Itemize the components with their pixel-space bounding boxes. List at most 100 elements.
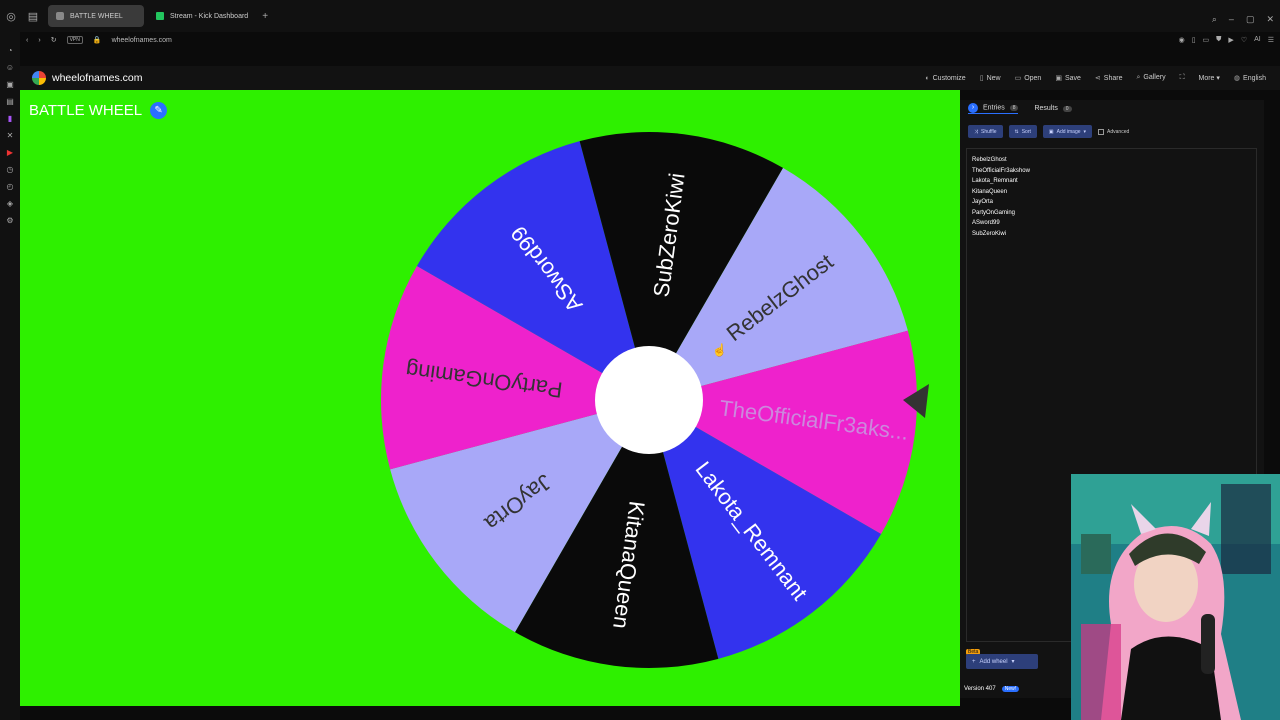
site-name[interactable]: wheelofnames.com	[52, 72, 142, 84]
browser-tab-bar: ◎ ▤ BATTLE WHEEL Stream - Kick Dashboard…	[0, 0, 1280, 32]
browser-menu-icon[interactable]: ◎	[0, 10, 22, 23]
lock-icon: 🔒	[92, 37, 102, 44]
results-count-badge: 0	[1062, 105, 1072, 112]
sidebar-youtube-icon[interactable]: ▶	[7, 148, 13, 157]
streamer-webcam-image	[1071, 474, 1280, 720]
reload-icon[interactable]: ↻	[51, 36, 57, 44]
entries-tab-label: Entries	[982, 104, 1005, 111]
play-icon[interactable]: ▶	[1228, 36, 1233, 44]
more-button[interactable]: More ▾	[1199, 74, 1220, 82]
sidebar-plugin-icon[interactable]: ◈	[7, 199, 13, 208]
gallery-button[interactable]: ⌕ Gallery	[1136, 74, 1165, 82]
minimize-icon[interactable]: –	[1229, 14, 1234, 25]
add-wheel-label: Add wheel	[979, 658, 1008, 665]
sidebar-user-icon[interactable]: ☺	[6, 63, 14, 72]
tab-grid-icon[interactable]: ▤	[22, 10, 44, 23]
share-button[interactable]: ⋖ Share	[1095, 74, 1123, 82]
wheel-stage: BATTLE WHEEL ✎ RebelzGhost TheOfficialFr3…	[20, 90, 960, 706]
heart-icon[interactable]: ♡	[1241, 36, 1247, 44]
sidebar-settings-icon[interactable]: ⚙	[6, 216, 13, 225]
camera-icon[interactable]: ▭	[1203, 36, 1210, 44]
add-wheel-button[interactable]: + Add wheel ▾	[966, 654, 1038, 669]
sort-label: Sort	[1021, 128, 1031, 135]
language-label: English	[1243, 75, 1266, 82]
file-icon: ▯	[979, 75, 984, 82]
tab-kick-dashboard[interactable]: Stream - Kick Dashboard	[148, 5, 256, 27]
entries-count-badge: 8	[1009, 105, 1019, 111]
add-image-button[interactable]: ▣ Add image ▾	[1042, 125, 1093, 138]
bookmark-icon[interactable]: ▯	[1192, 36, 1196, 44]
site-header: wheelofnames.com ◐ Customize ▯ New ▭ Open ▣…	[20, 66, 1280, 90]
folder-icon: ▭	[1014, 75, 1022, 82]
shield-icon[interactable]: ⛊	[1216, 36, 1221, 44]
extension-icon[interactable]: ◉	[1179, 36, 1185, 44]
sidebar-refresh-icon[interactable]: ◔	[8, 46, 13, 55]
sidebar-bag-icon[interactable]: ▣	[6, 80, 14, 89]
mouse-cursor-icon: ☝	[712, 343, 727, 357]
plus-icon: +	[972, 658, 976, 665]
sort-icon: ⇅	[1014, 128, 1019, 135]
more-label: More	[1198, 75, 1215, 82]
chevron-down-icon[interactable]: ▾	[1012, 658, 1015, 665]
site-menu: ◐ Customize ▯ New ▭ Open ▣ Save ⋖ Share ⌕ Gall…	[925, 74, 1266, 82]
save-label: Save	[1064, 75, 1081, 82]
entry-line: KitanaQueen	[972, 188, 1008, 195]
sidebar-clock-icon[interactable]: ◷	[7, 165, 14, 174]
wheel-center-hub[interactable]	[595, 346, 703, 454]
close-window-icon[interactable]: ✕	[1266, 14, 1274, 25]
customize-label: Customize	[932, 74, 966, 82]
open-label: Open	[1024, 75, 1042, 82]
name-wheel[interactable]: RebelzGhostTheOfficialFr3aks...Lakota_Re…	[20, 90, 960, 706]
share-label: Share	[1103, 75, 1123, 82]
kick-favicon-icon	[156, 12, 164, 20]
entry-line: ASword99	[972, 220, 1000, 226]
tab-favicon-icon	[56, 12, 64, 20]
vpn-badge[interactable]: VPN	[66, 36, 83, 44]
shuffle-button[interactable]: ⤨ Shuffle	[968, 125, 1003, 138]
extension-icons: ◉ ▯ ▭ ⛊ ▶ ♡ AI ☰	[1179, 36, 1274, 44]
new-badge[interactable]: New!	[1001, 686, 1020, 692]
address-bar: ‹ › ↻ VPN 🔒 wheelofnames.com ◉ ▯ ▭ ⛊ ▶ ♡…	[20, 32, 1280, 48]
fullscreen-icon[interactable]: ⛶	[1180, 74, 1185, 82]
gallery-label: Gallery	[1143, 74, 1166, 81]
shuffle-icon: ⤨	[974, 128, 979, 135]
tab-label: Stream - Kick Dashboard	[170, 12, 249, 20]
maximize-icon[interactable]: ▢	[1246, 14, 1255, 25]
search-tabs-icon[interactable]: ⌕	[1212, 14, 1217, 25]
entry-line: Lakota_Remnant	[972, 178, 1018, 184]
save-button[interactable]: ▣ Save	[1055, 74, 1081, 82]
tab-entries[interactable]: › Entries 8	[968, 102, 1019, 114]
entry-line: TheOfficialFr3akshow	[972, 167, 1030, 174]
version-row: Version 407 New!	[964, 686, 1020, 692]
sort-button[interactable]: ⇅ Sort	[1008, 125, 1037, 138]
wheelofnames-logo-icon[interactable]	[32, 71, 46, 85]
language-button[interactable]: ◍ English	[1234, 74, 1266, 82]
share-icon: ⋖	[1094, 75, 1101, 82]
entry-line: JayOrta	[972, 199, 994, 205]
tab-battle-wheel[interactable]: BATTLE WHEEL	[48, 5, 144, 27]
sidebar-x-icon[interactable]: ✕	[7, 131, 14, 140]
ai-button[interactable]: AI	[1254, 36, 1261, 44]
search-icon: ⌕	[1136, 74, 1141, 81]
browser-menu-icon[interactable]: ☰	[1268, 36, 1274, 44]
advanced-toggle[interactable]: Advanced	[1098, 128, 1129, 135]
sidebar-note-icon[interactable]: ▤	[6, 97, 14, 106]
entry-line: PartyOnGaming	[972, 209, 1016, 216]
back-icon[interactable]: ‹	[26, 37, 28, 44]
url-field[interactable]: wheelofnames.com	[112, 37, 172, 44]
new-button[interactable]: ▯ New	[980, 74, 1001, 82]
sidebar-twitch-icon[interactable]: ▮	[8, 114, 12, 123]
entry-line: SubZeroKiwi	[972, 230, 1007, 237]
forward-icon[interactable]: ›	[38, 37, 40, 44]
new-tab-icon[interactable]: +	[262, 11, 268, 22]
advanced-checkbox[interactable]	[1098, 128, 1105, 135]
sidebar-history-icon[interactable]: ◴	[7, 182, 14, 191]
window-controls: ⌕ – ▢ ✕	[1212, 14, 1274, 25]
open-button[interactable]: ▭ Open	[1015, 74, 1042, 82]
add-image-label: Add image	[1056, 128, 1081, 135]
entries-toolbar: ⤨ Shuffle ⇅ Sort ▣ Add image ▾ Advanced	[968, 125, 1129, 138]
image-icon: ▣	[1048, 128, 1054, 135]
tab-results[interactable]: Results 0	[1034, 105, 1072, 112]
customize-button[interactable]: ◐ Customize	[925, 75, 965, 82]
collapse-panel-icon[interactable]: ›	[968, 102, 978, 113]
